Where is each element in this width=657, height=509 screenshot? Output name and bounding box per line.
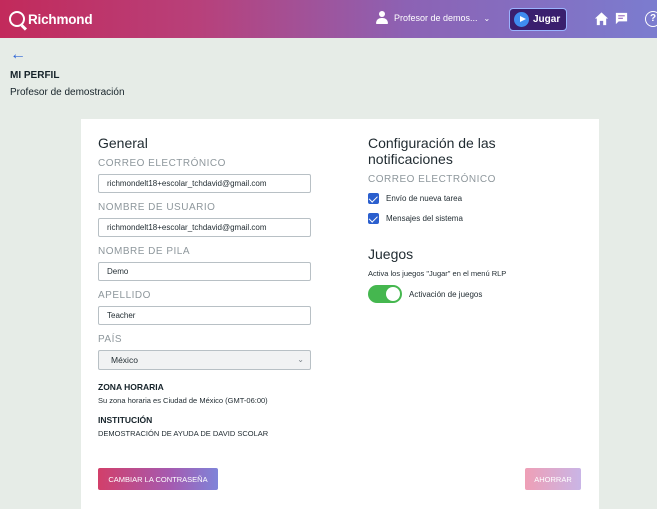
timezone-text: Su zona horaria es Ciudad de México (GMT…: [98, 396, 268, 405]
play-icon: [514, 12, 529, 27]
institution-text: DEMOSTRACIÓN DE AYUDA DE DAVID SCOLAR: [98, 429, 269, 438]
notifications-section: Configuración de las notificaciones CORR…: [368, 135, 588, 303]
logo-text: Richmond: [28, 11, 93, 27]
email-field[interactable]: [98, 174, 311, 193]
richmond-logo-icon: [9, 11, 25, 27]
games-description: Activa los juegos "Jugar" en el menú RLP: [368, 269, 507, 278]
lastname-label: APELLIDO: [98, 290, 151, 301]
games-toggle[interactable]: [368, 285, 402, 303]
games-title: Juegos: [368, 246, 414, 262]
checkbox-label: Mensajes del sistema: [386, 214, 463, 223]
email-label: CORREO ELECTRÓNICO: [98, 158, 226, 169]
play-label: Jugar: [533, 14, 561, 25]
checkbox-label: Envío de nueva tarea: [386, 194, 463, 203]
country-select[interactable]: México ⌄: [98, 350, 311, 370]
play-button[interactable]: Jugar: [509, 8, 567, 31]
chevron-down-icon: ⌄: [483, 13, 491, 23]
richmond-logo[interactable]: Richmond: [9, 9, 93, 29]
help-icon[interactable]: ?: [645, 11, 657, 27]
username-field[interactable]: [98, 218, 311, 237]
games-toggle-row[interactable]: Activación de juegos: [368, 285, 588, 303]
general-section: General CORREO ELECTRÓNICO NOMBRE DE USU…: [98, 135, 328, 438]
user-name: Profesor de demos...: [394, 13, 478, 23]
checkbox-new-task[interactable]: Envío de nueva tarea: [368, 193, 588, 204]
checkbox-checked-icon[interactable]: [368, 213, 379, 224]
country-value: México: [111, 355, 138, 365]
firstname-label: NOMBRE DE PILA: [98, 246, 191, 257]
page-title: MI PERFIL: [10, 70, 60, 81]
back-arrow-icon[interactable]: ←: [10, 47, 26, 63]
timezone-label: ZONA HORARIA: [98, 382, 164, 392]
username-label: NOMBRE DE USUARIO: [98, 202, 216, 213]
notifications-email-label: CORREO ELECTRÓNICO: [368, 174, 496, 185]
user-menu[interactable]: Profesor de demos... ⌄: [375, 11, 490, 25]
firstname-field[interactable]: [98, 262, 311, 281]
chat-icon[interactable]: [614, 11, 629, 26]
page-subtitle: Profesor de demostración: [10, 87, 125, 98]
country-label: PAÍS: [98, 334, 123, 345]
home-icon[interactable]: [594, 11, 609, 26]
general-title: General: [98, 135, 148, 151]
lastname-field[interactable]: [98, 306, 311, 325]
chevron-down-icon: ⌄: [297, 355, 304, 364]
notifications-title: Configuración de las notificaciones: [368, 135, 496, 167]
checkbox-checked-icon[interactable]: [368, 193, 379, 204]
user-icon: [375, 11, 389, 25]
toggle-knob: [386, 287, 400, 301]
save-button[interactable]: AHORRAR: [525, 468, 581, 490]
games-toggle-label: Activación de juegos: [409, 289, 483, 299]
top-bar: Richmond Profesor de demos... ⌄ Jugar ?: [0, 0, 657, 38]
checkbox-system-messages[interactable]: Mensajes del sistema: [368, 213, 588, 224]
profile-card: General CORREO ELECTRÓNICO NOMBRE DE USU…: [81, 119, 599, 509]
change-password-button[interactable]: CAMBIAR LA CONTRASEÑA: [98, 468, 218, 490]
institution-label: INSTITUCIÓN: [98, 415, 153, 425]
